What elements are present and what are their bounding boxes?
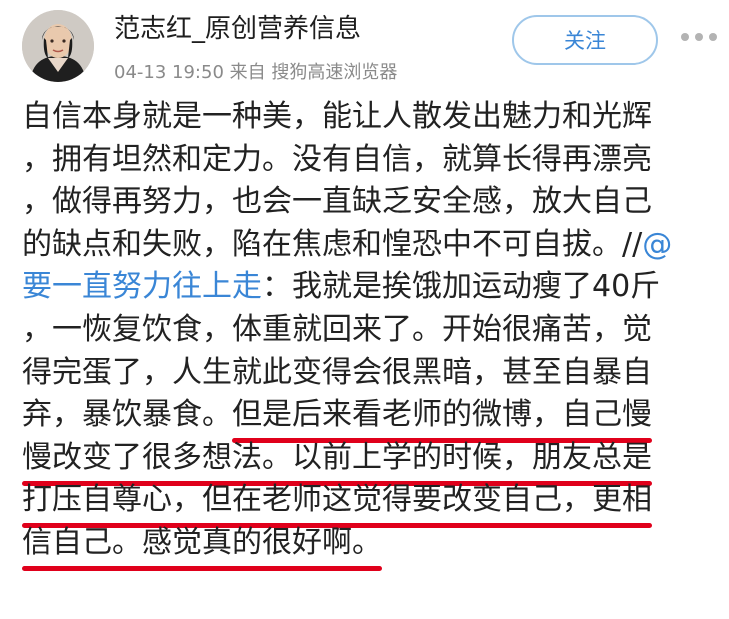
highlighted-text: 信自己。感觉真的很好啊。 — [22, 524, 382, 560]
highlighted-text: 打压自尊心，但在老师这觉得要改变自己，更相 — [22, 482, 652, 518]
highlighted-text: 慢改变了很多想法。以前上学的时候，朋友总是 — [22, 439, 652, 475]
post-body: 自信本身就是一种美，能让人散发出魅力和光辉 ，拥有坦然和定力。没有自信，就算长得… — [22, 96, 712, 565]
post-line: 的缺点和失败，陷在焦虑和惶恐中不可自拔。//@ — [22, 224, 712, 267]
mention-link[interactable]: 要一直努力往上走 — [22, 269, 262, 304]
avatar-portrait-icon — [22, 10, 94, 82]
username[interactable]: 范志红_原创营养信息 — [114, 8, 361, 45]
post-text: 弃，暴饮暴食。 — [22, 397, 232, 433]
post-meta: 04-13 19:50 来自 搜狗高速浏览器 — [114, 62, 398, 83]
post-line: ，一恢复饮食，体重就回来了。开始很痛苦，觉 — [22, 311, 652, 347]
post-line: 慢改变了很多想法。以前上学的时候，朋友总是 — [22, 437, 712, 480]
post-line: ，拥有坦然和定力。没有自信，就算长得再漂亮 — [22, 141, 652, 177]
more-dot — [695, 33, 703, 41]
mention-at-sign[interactable]: @ — [642, 227, 672, 262]
highlighted-text: 但是后来看老师的微博，自己慢 — [232, 397, 652, 433]
post-line: 打压自尊心，但在老师这觉得要改变自己，更相 — [22, 479, 712, 522]
avatar[interactable] — [22, 10, 94, 82]
post-line: ，做得再努力，也会一直缺乏安全感，放大自己 — [22, 184, 652, 220]
more-icon[interactable] — [681, 33, 717, 41]
post-line: 要一直努力往上走：我就是挨饿加运动瘦了40斤 — [22, 266, 712, 309]
follow-button[interactable]: 关注 — [512, 15, 658, 65]
post-line: 自信本身就是一种美，能让人散发出魅力和光辉 — [22, 99, 652, 134]
post-header: 范志红_原创营养信息 04-13 19:50 来自 搜狗高速浏览器 关注 — [0, 0, 729, 95]
post-text: 的缺点和失败，陷在焦虑和惶恐中不可自拔。// — [22, 226, 643, 262]
more-dot — [709, 33, 717, 41]
post-line: 信自己。感觉真的很好啊。 — [22, 522, 712, 565]
post-line: 弃，暴饮暴食。但是后来看老师的微博，自己慢 — [22, 394, 712, 437]
post-line: 得完蛋了，人生就此变得会很黑暗，甚至自暴自 — [22, 354, 652, 390]
more-dot — [681, 33, 689, 41]
post-text: ：我就是挨饿加运动瘦了40斤 — [262, 269, 661, 305]
